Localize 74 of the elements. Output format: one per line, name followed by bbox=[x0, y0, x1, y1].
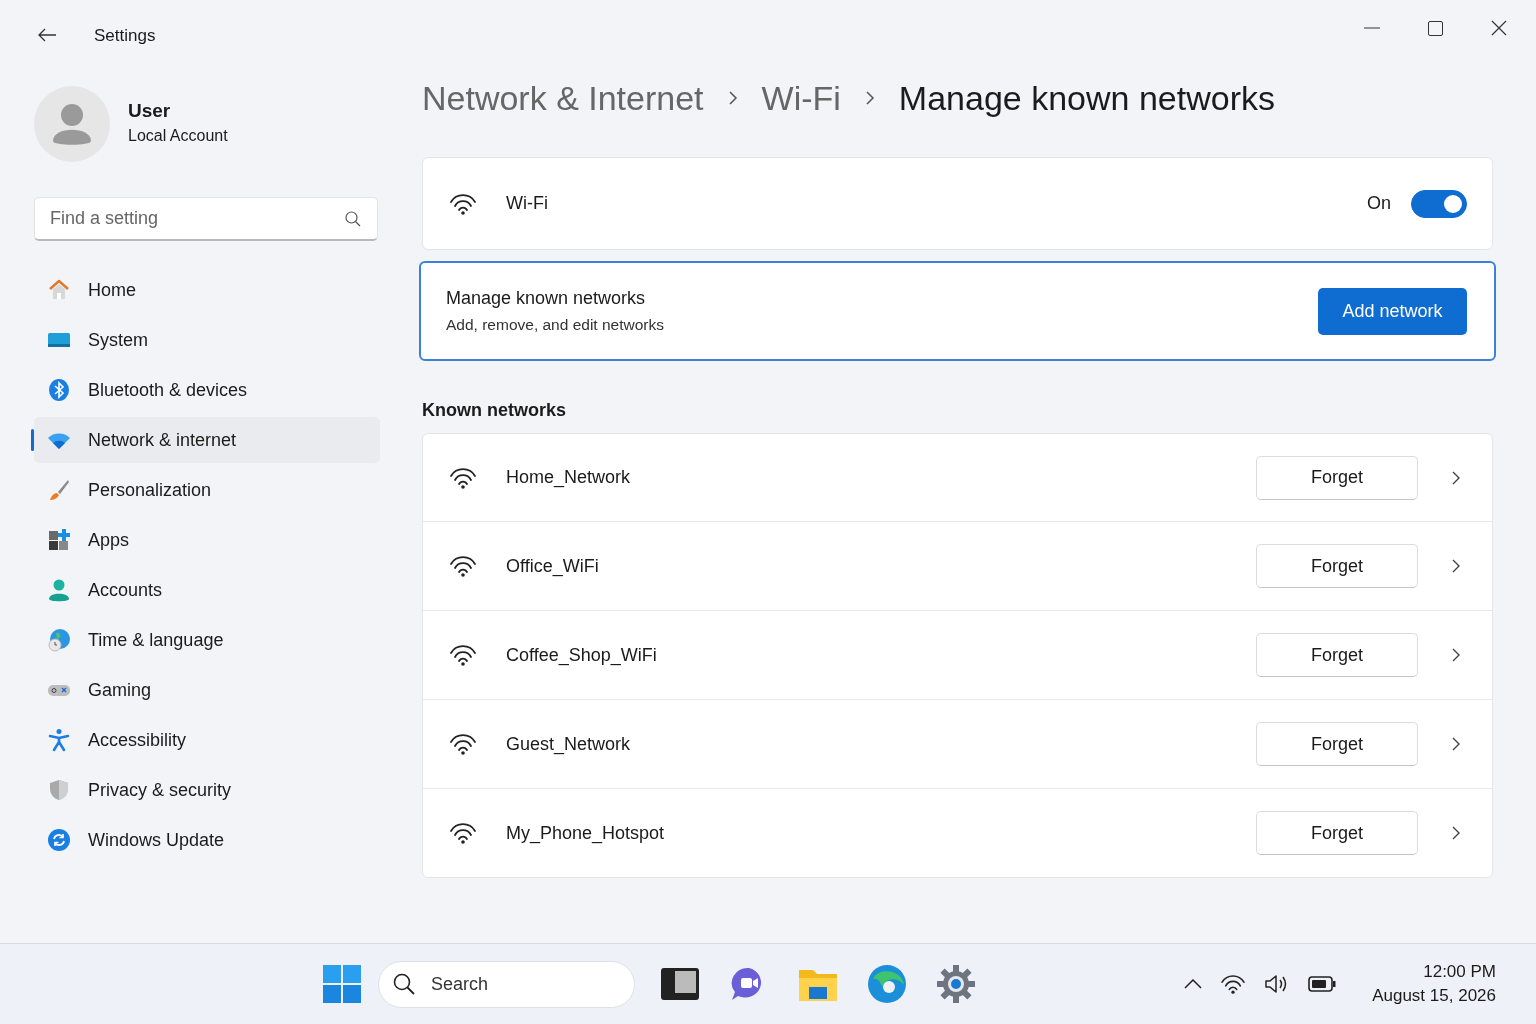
user-name: User bbox=[128, 99, 172, 122]
chevron-right-icon[interactable] bbox=[1451, 469, 1461, 486]
nav-item[interactable]: Time & language bbox=[34, 617, 380, 663]
nav-item[interactable]: Privacy & security bbox=[34, 767, 380, 813]
wifi-icon bbox=[449, 466, 477, 489]
taskbar-search-field[interactable]: Search bbox=[378, 960, 635, 1008]
network-name: Coffee_Shop_WiFi bbox=[506, 644, 657, 666]
window-title: Settings bbox=[94, 26, 156, 46]
chevron-right-icon bbox=[727, 90, 738, 106]
nav-item[interactable]: System bbox=[34, 317, 380, 363]
wifi-icon bbox=[449, 555, 477, 577]
clock-date[interactable]: August 15, 2026 bbox=[1372, 986, 1496, 1006]
apps-icon bbox=[47, 528, 71, 552]
chevron-right-icon[interactable] bbox=[1451, 558, 1461, 574]
account-type: Local Account bbox=[128, 126, 228, 145]
forget-button[interactable]: Forget bbox=[1256, 811, 1418, 855]
breadcrumb-item: Manage known networks bbox=[898, 78, 1275, 118]
back-arrow-icon[interactable] bbox=[37, 27, 57, 43]
wifi-icon bbox=[449, 822, 477, 844]
shield-icon bbox=[47, 778, 71, 802]
nav-item[interactable]: Home bbox=[34, 267, 380, 313]
wifi-label: Wi-Fi bbox=[506, 193, 548, 214]
forget-button[interactable]: Forget bbox=[1256, 544, 1418, 588]
chevron-right-icon bbox=[864, 90, 875, 106]
breadcrumb-item[interactable]: Wi-Fi bbox=[761, 78, 841, 118]
battery-icon[interactable] bbox=[1308, 975, 1337, 993]
wifi-icon bbox=[449, 192, 477, 215]
gear-icon[interactable] bbox=[937, 965, 975, 1003]
toggle-state: On bbox=[1367, 193, 1391, 214]
chevron-up-icon[interactable] bbox=[1184, 979, 1203, 989]
nav-item[interactable]: Personalization bbox=[34, 467, 380, 513]
nav-item[interactable]: Network & internet bbox=[34, 417, 380, 463]
close-icon[interactable] bbox=[1491, 20, 1507, 36]
nav-item[interactable]: Gaming bbox=[34, 667, 380, 713]
nav-item[interactable]: Windows Update bbox=[34, 817, 380, 863]
card-title: Manage known networks bbox=[446, 288, 647, 309]
update-icon bbox=[47, 828, 71, 852]
chevron-right-icon[interactable] bbox=[1451, 647, 1461, 663]
wifi-icon bbox=[449, 644, 477, 666]
search-icon bbox=[345, 211, 361, 227]
folder-icon[interactable] bbox=[799, 967, 837, 1001]
network-name: My_Phone_Hotspot bbox=[506, 822, 665, 844]
wifi-toggle[interactable] bbox=[1411, 189, 1467, 218]
network-name: Home_Network bbox=[506, 467, 631, 488]
card-subtitle: Add, remove, and edit networks bbox=[446, 316, 665, 334]
nav-item[interactable]: Accessibility bbox=[34, 717, 380, 763]
settings-search-field[interactable]: Find a setting bbox=[34, 197, 378, 241]
add-network-button[interactable]: Add network bbox=[1318, 287, 1467, 335]
clock-time[interactable]: 12:00 PM bbox=[1423, 962, 1496, 982]
nav-item[interactable]: Apps bbox=[34, 517, 380, 563]
nav-item[interactable]: Accounts bbox=[34, 567, 380, 613]
forget-button[interactable]: Forget bbox=[1256, 722, 1418, 766]
wifi-icon bbox=[449, 733, 477, 755]
avatar-icon bbox=[34, 86, 110, 162]
maximize-icon[interactable] bbox=[1428, 20, 1443, 36]
house-icon bbox=[47, 278, 71, 302]
window-app-icon[interactable] bbox=[661, 968, 699, 1000]
section-heading: Known networks bbox=[422, 399, 567, 421]
nav-item[interactable]: Bluetooth & devices bbox=[34, 367, 380, 413]
forget-button[interactable]: Forget bbox=[1256, 633, 1418, 677]
chevron-right-icon[interactable] bbox=[1451, 736, 1461, 752]
person-icon bbox=[47, 578, 71, 602]
forget-button[interactable]: Forget bbox=[1256, 455, 1418, 500]
network-name: Office_WiFi bbox=[506, 555, 599, 577]
chevron-right-icon[interactable] bbox=[1451, 825, 1461, 841]
browser-icon[interactable] bbox=[868, 965, 906, 1003]
globe-clock-icon bbox=[47, 628, 71, 652]
accessibility-icon bbox=[47, 728, 71, 752]
breadcrumb-item[interactable]: Network & Internet bbox=[422, 78, 704, 118]
bluetooth-icon bbox=[47, 378, 71, 402]
wifi-icon[interactable] bbox=[1220, 974, 1247, 994]
network-name: Guest_Network bbox=[506, 733, 631, 755]
paintbrush-icon bbox=[47, 478, 71, 502]
start-icon[interactable] bbox=[323, 965, 361, 1003]
